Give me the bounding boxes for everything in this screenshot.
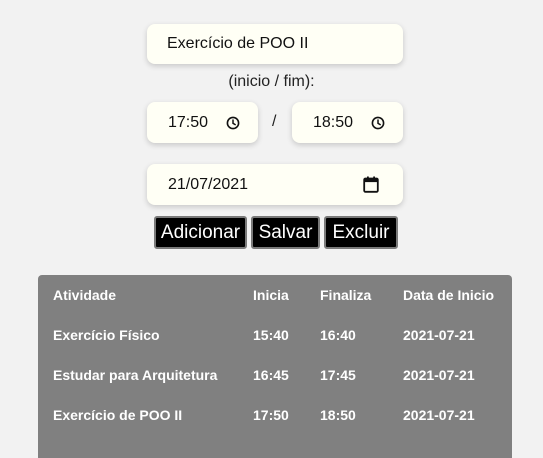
- activities-table: Atividade Inicia Finaliza Data de Inicio…: [38, 275, 512, 458]
- cell-activity: Exercício Físico: [53, 327, 160, 343]
- end-time-input[interactable]: 18:50: [292, 102, 403, 143]
- cell-start: 15:40: [253, 327, 289, 343]
- cell-start: 16:45: [253, 367, 289, 383]
- header-activity: Atividade: [53, 287, 117, 303]
- table-row[interactable]: Exercício de POO II 17:50 18:50 2021-07-…: [38, 407, 512, 427]
- cell-start-date: 2021-07-21: [403, 407, 475, 423]
- calendar-icon[interactable]: [363, 176, 379, 193]
- table-row[interactable]: Estudar para Arquitetura 16:45 17:45 202…: [38, 367, 512, 387]
- cell-start-date: 2021-07-21: [403, 327, 475, 343]
- cell-end: 16:40: [320, 327, 356, 343]
- start-time-value: 17:50: [168, 113, 209, 131]
- time-range-label: (inicio / fim):: [228, 73, 315, 90]
- start-date-value: 21/07/2021: [168, 175, 249, 193]
- end-time-value: 18:50: [313, 113, 354, 131]
- cell-activity: Estudar para Arquitetura: [53, 367, 218, 383]
- clock-icon[interactable]: [226, 116, 240, 130]
- activity-name-input[interactable]: Exercício de POO II: [147, 24, 403, 64]
- add-button[interactable]: Adicionar: [154, 216, 247, 249]
- table-row[interactable]: Exercício Físico 15:40 16:40 2021-07-21: [38, 327, 512, 347]
- table-header-row: Atividade Inicia Finaliza Data de Inicio: [38, 287, 512, 307]
- cell-end: 18:50: [320, 407, 356, 423]
- cell-activity: Exercício de POO II: [53, 407, 183, 423]
- header-start: Inicia: [253, 287, 289, 303]
- time-separator: /: [272, 113, 277, 130]
- start-date-input[interactable]: 21/07/2021: [147, 164, 403, 205]
- header-start-date: Data de Inicio: [403, 287, 495, 303]
- delete-button[interactable]: Excluir: [324, 216, 398, 249]
- cell-start-date: 2021-07-21: [403, 367, 475, 383]
- start-time-input[interactable]: 17:50: [147, 102, 258, 143]
- cell-start: 17:50: [253, 407, 289, 423]
- header-end: Finaliza: [320, 287, 372, 303]
- save-button[interactable]: Salvar: [251, 216, 320, 249]
- activity-name-value: Exercício de POO II: [167, 35, 309, 52]
- cell-end: 17:45: [320, 367, 356, 383]
- clock-icon[interactable]: [371, 116, 385, 130]
